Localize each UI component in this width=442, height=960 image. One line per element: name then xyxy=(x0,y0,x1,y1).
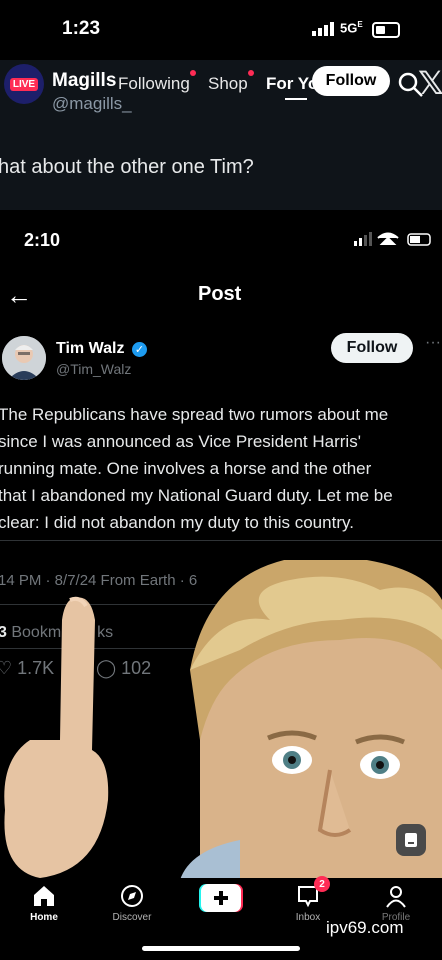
network-label: 5GE xyxy=(340,20,363,36)
tab-shop[interactable]: Shop xyxy=(208,74,248,94)
follow-button[interactable]: Follow xyxy=(331,333,413,363)
inner-status-time: 2:10 xyxy=(24,230,61,250)
nav-discover-label: Discover xyxy=(112,912,152,923)
nav-profile[interactable]: Profile xyxy=(356,882,436,923)
divider xyxy=(0,540,442,541)
status-time: 1:23 xyxy=(62,18,101,39)
profile-icon xyxy=(356,882,436,910)
nav-discover[interactable]: Discover xyxy=(92,882,172,923)
battery-icon xyxy=(372,22,400,38)
more-options-icon[interactable]: ··· xyxy=(425,334,441,352)
post-body-line: running mate. One involves a horse and t… xyxy=(0,459,372,478)
post-body-line: that I abandoned my National Guard duty.… xyxy=(0,486,393,505)
status-bar: 1:23 5GE xyxy=(0,0,442,60)
inbox-icon xyxy=(268,882,348,910)
active-tab-underline xyxy=(285,98,307,100)
nav-home[interactable]: Home xyxy=(4,882,84,923)
home-indicator[interactable] xyxy=(142,946,300,951)
live-icon[interactable]: LIVE xyxy=(4,64,44,104)
avatar[interactable] xyxy=(2,336,46,380)
inbox-badge: 2 xyxy=(314,876,330,892)
tab-following-dot xyxy=(190,70,196,76)
tab-for-you[interactable]: For Yo xyxy=(266,74,318,94)
post-meta: 14 PM · 8/7/24 From Earth · 6 xyxy=(0,572,198,589)
signal-icon xyxy=(312,22,334,36)
x-logo-icon: 𝕏 xyxy=(418,65,442,101)
create-button[interactable] xyxy=(199,884,243,912)
notes-icon[interactable] xyxy=(396,824,426,856)
nav-inbox[interactable]: Inbox xyxy=(268,882,348,923)
post-author-handle[interactable]: @Tim_Walz xyxy=(56,361,131,377)
nav-home-label: Home xyxy=(30,912,58,923)
compass-icon xyxy=(92,882,172,910)
watermark: ipv69.com xyxy=(326,918,404,937)
post-body-line: The Republicans have spread two rumors a… xyxy=(0,405,389,424)
tab-following[interactable]: Following xyxy=(118,74,190,94)
home-icon xyxy=(4,882,84,910)
post-author-name[interactable]: Tim Walz xyxy=(56,340,124,358)
post-body-line: since I was announced as Vice President … xyxy=(0,432,361,451)
outer-tweet-handle: @magills_ xyxy=(52,94,132,113)
post-body: The Republicans have spread two rumors a… xyxy=(0,401,442,536)
outer-tweet-author: Magills xyxy=(52,70,117,91)
back-arrow-icon[interactable]: ← xyxy=(6,280,32,311)
inner-status-icons xyxy=(354,232,431,246)
tab-shop-dot xyxy=(248,70,254,76)
verified-badge-icon: ✓ xyxy=(132,342,147,357)
post-header-title: Post xyxy=(198,283,242,305)
outer-tweet-text: hat about the other one Tim? xyxy=(0,156,254,178)
post-body-line: clear: I did not abandon my duty to this… xyxy=(0,513,354,532)
pointing-hand xyxy=(4,596,109,878)
outer-follow-button[interactable]: Follow xyxy=(312,66,390,96)
